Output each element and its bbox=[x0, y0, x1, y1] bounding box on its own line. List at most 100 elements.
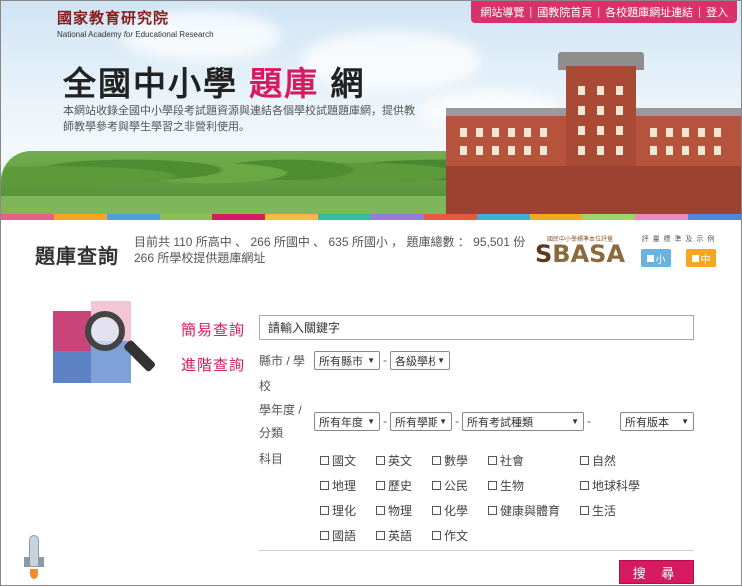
search-button[interactable]: 搜 尋 bbox=[619, 560, 694, 584]
query-title: 題庫查詢 bbox=[35, 246, 119, 268]
checkbox-icon[interactable] bbox=[432, 456, 441, 465]
subject-label: 社會 bbox=[500, 454, 525, 468]
version-select[interactable]: 所有版本 ▼ bbox=[620, 412, 694, 431]
subject-checkbox[interactable]: 英文 bbox=[376, 452, 412, 469]
subject-checkbox[interactable]: 歷史 bbox=[376, 477, 412, 494]
stats-line-2: 266 所學校提供題庫網址 bbox=[134, 251, 266, 265]
city-school-label-cont: 校 bbox=[259, 379, 272, 393]
magnifier-icon bbox=[85, 311, 125, 351]
semester-select[interactable]: 所有學期 ▼ bbox=[390, 412, 452, 431]
subject-checkbox[interactable]: 國文 bbox=[320, 452, 356, 469]
checkbox-icon[interactable] bbox=[376, 481, 385, 490]
subject-checkbox[interactable]: 地理 bbox=[320, 477, 356, 494]
city-school-label: 縣市 / 學 bbox=[259, 354, 306, 368]
logo-chinese: 國家教育研究院 bbox=[57, 9, 170, 27]
logo-english: National Academy for Educational Researc… bbox=[57, 30, 214, 39]
building-image bbox=[446, 46, 741, 214]
subject-checkbox[interactable]: 社會 bbox=[488, 452, 524, 469]
sbasa-logo[interactable]: 國民中小學標準本位評量 SBASA bbox=[535, 234, 631, 270]
checkbox-icon[interactable] bbox=[376, 456, 385, 465]
subject-checkbox[interactable]: 健康與體育 bbox=[488, 502, 560, 519]
checkbox-icon[interactable] bbox=[320, 481, 329, 490]
grade-legend: 評 量 標 準 及 示 例 小 中 bbox=[641, 234, 716, 267]
subject-label: 地球科學 bbox=[592, 479, 641, 493]
subject-checkbox[interactable]: 公民 bbox=[432, 477, 468, 494]
subject-checkbox[interactable]: 生活 bbox=[580, 502, 616, 519]
subject-label: 生物 bbox=[500, 479, 525, 493]
checkbox-icon[interactable] bbox=[488, 456, 497, 465]
checkbox-icon[interactable] bbox=[488, 481, 497, 490]
checkbox-icon[interactable] bbox=[432, 481, 441, 490]
magnifier-illustration bbox=[53, 301, 163, 391]
city-select[interactable]: 所有縣市 ▼ bbox=[314, 351, 380, 370]
back-to-top-rocket-icon[interactable] bbox=[23, 533, 45, 583]
simple-search-label: 簡易查詢 bbox=[181, 322, 246, 339]
subject-checkbox[interactable]: 自然 bbox=[580, 452, 616, 469]
query-stats: 目前共 110 所高中 、 266 所國中 、 635 所國小 ， 題庫總數 ：… bbox=[134, 234, 534, 266]
page-frame: 國家教育研究院 National Academy for Educational… bbox=[0, 0, 742, 586]
subject-label: 英文 bbox=[388, 454, 413, 468]
exam-type-select[interactable]: 所有考試種類 ▼ bbox=[462, 412, 584, 431]
subject-label: 健康與體育 bbox=[500, 504, 561, 518]
subject-label: 地理 bbox=[332, 479, 357, 493]
banner: 國家教育研究院 National Academy for Educational… bbox=[1, 1, 741, 214]
checkbox-icon[interactable] bbox=[432, 531, 441, 540]
school-select[interactable]: 各級學校 ▼ bbox=[390, 351, 450, 370]
subject-checkbox[interactable]: 國語 bbox=[320, 527, 356, 544]
advanced-search-label: 進階查詢 bbox=[181, 357, 246, 374]
grade-middle-badge[interactable]: 中 bbox=[686, 249, 716, 267]
checkbox-icon[interactable] bbox=[320, 531, 329, 540]
nav-school-links[interactable]: 各校題庫網址連結 bbox=[600, 4, 698, 20]
grade-legend-title: 評 量 標 準 及 示 例 bbox=[641, 236, 716, 243]
sbasa-wordmark: SBASA bbox=[535, 240, 626, 268]
checkbox-icon[interactable] bbox=[376, 506, 385, 515]
checkbox-icon[interactable] bbox=[488, 506, 497, 515]
divider bbox=[259, 550, 694, 551]
subject-label: 國語 bbox=[332, 529, 357, 543]
checkbox-icon[interactable] bbox=[432, 506, 441, 515]
checkbox-icon[interactable] bbox=[580, 506, 589, 515]
building-base bbox=[446, 166, 741, 214]
chevron-down-icon: ▼ bbox=[439, 417, 447, 426]
subject-label: 物理 bbox=[388, 504, 413, 518]
year-select[interactable]: 所有年度 ▼ bbox=[314, 412, 380, 431]
subject-checkbox[interactable]: 生物 bbox=[488, 477, 524, 494]
top-nav: 網站導覽 | 國教院首頁 | 各校題庫網址連結 | 登入 bbox=[471, 1, 737, 23]
subject-checkbox[interactable]: 地球科學 bbox=[580, 477, 640, 494]
site-description: 本網站收錄全國中小學段考試題資源與連結各個學校試題題庫網，提供教師教學參考與學生… bbox=[63, 105, 415, 133]
subject-label: 國文 bbox=[332, 454, 357, 468]
nav-sitemap-link[interactable]: 網站導覽 bbox=[475, 4, 529, 20]
chevron-down-icon: ▼ bbox=[571, 417, 579, 426]
query-header: 題庫查詢 目前共 110 所高中 、 266 所國中 、 635 所國小 ， 題… bbox=[1, 220, 741, 282]
checkbox-icon[interactable] bbox=[320, 506, 329, 515]
subject-checkbox[interactable]: 化學 bbox=[432, 502, 468, 519]
subject-checkbox[interactable]: 作文 bbox=[432, 527, 468, 544]
subject-label: 作文 bbox=[444, 529, 469, 543]
subject-checkbox[interactable]: 英語 bbox=[376, 527, 412, 544]
grade-small-badge[interactable]: 小 bbox=[641, 249, 671, 267]
checkbox-icon[interactable] bbox=[320, 456, 329, 465]
subject-checkbox[interactable]: 理化 bbox=[320, 502, 356, 519]
subject-label: 理化 bbox=[332, 504, 357, 518]
nav-login-link[interactable]: 登入 bbox=[701, 4, 733, 20]
chevron-down-icon: ▼ bbox=[367, 417, 375, 426]
nav-nae-home-link[interactable]: 國教院首頁 bbox=[532, 4, 597, 20]
subject-checkbox[interactable]: 數學 bbox=[432, 452, 468, 469]
subject-label: 自然 bbox=[592, 454, 617, 468]
chevron-down-icon: ▼ bbox=[367, 356, 375, 365]
keyword-input[interactable] bbox=[259, 315, 694, 340]
checkbox-icon[interactable] bbox=[580, 456, 589, 465]
chevron-down-icon: ▼ bbox=[437, 356, 445, 365]
subject-label: 科目 bbox=[259, 452, 284, 466]
subject-checkbox[interactable]: 物理 bbox=[376, 502, 412, 519]
checkbox-icon[interactable] bbox=[376, 531, 385, 540]
chevron-down-icon: ▼ bbox=[681, 417, 689, 426]
subject-label: 數學 bbox=[444, 454, 469, 468]
nae-logo[interactable]: 國家教育研究院 National Academy for Educational… bbox=[57, 7, 214, 39]
year-category-label: 學年度 / bbox=[259, 403, 302, 417]
subject-label: 歷史 bbox=[388, 479, 413, 493]
year-category-label-cont: 分類 bbox=[259, 426, 284, 440]
checkbox-icon[interactable] bbox=[580, 481, 589, 490]
subject-label: 化學 bbox=[444, 504, 469, 518]
subject-label: 公民 bbox=[444, 479, 469, 493]
